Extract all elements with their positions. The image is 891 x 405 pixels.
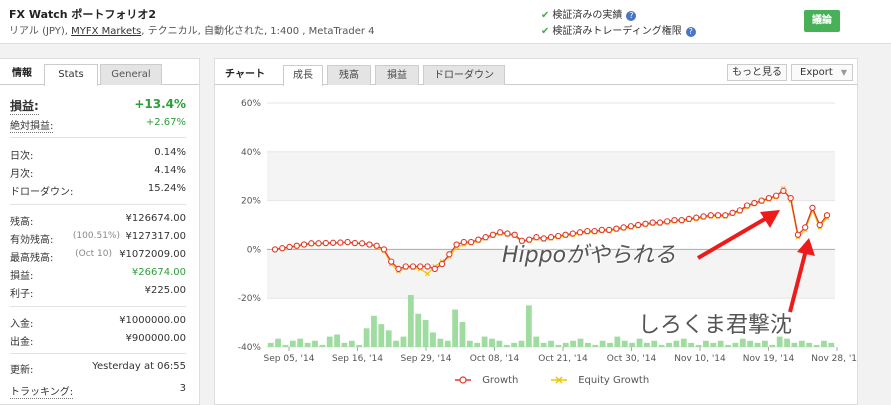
annotation-hippo: Hippoがやられる [502,243,677,268]
arrow-hippo [696,210,780,260]
annotation-kuma: しろくま君撃沈 [638,313,793,338]
annotation-arrows [696,210,815,313]
arrow-kuma [788,238,815,313]
